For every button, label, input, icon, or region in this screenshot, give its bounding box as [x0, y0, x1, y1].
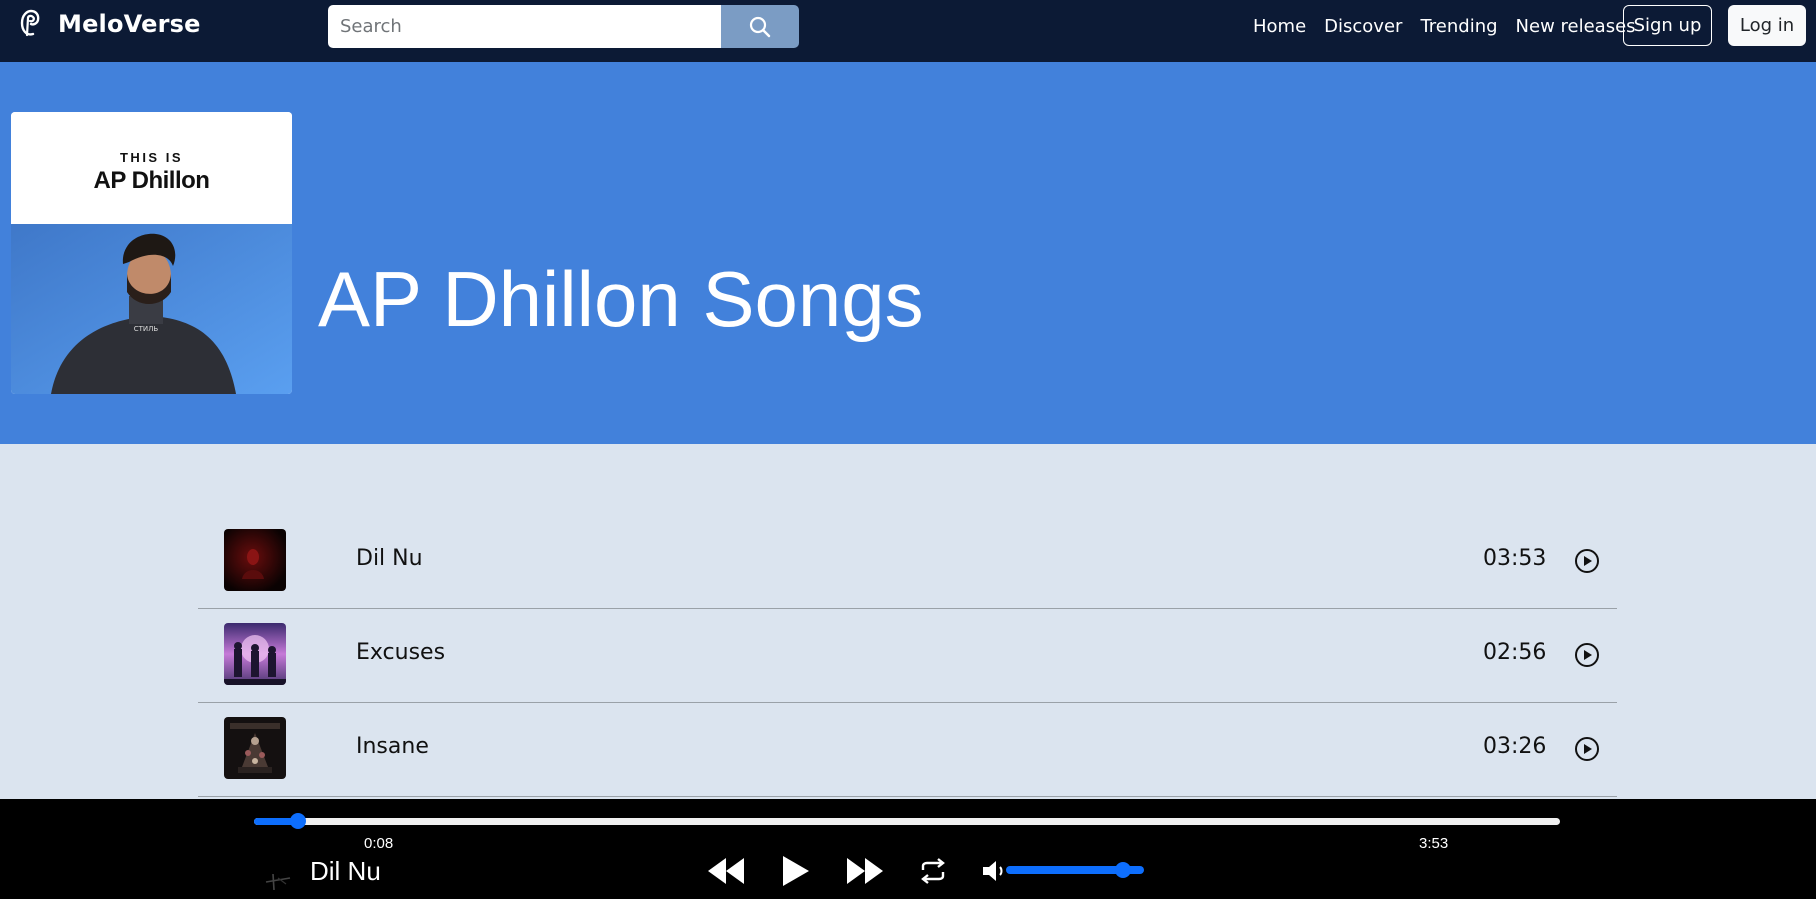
- svg-text:CTИЛЬ: CTИЛЬ: [134, 325, 159, 333]
- search-button[interactable]: [721, 5, 799, 48]
- song-title: Insane: [356, 734, 429, 759]
- previous-button[interactable]: [706, 851, 746, 891]
- playlist-hero: THIS IS AP Dhillon CTИЛЬ AP Dhillon Song…: [0, 62, 1816, 444]
- search-bar: [328, 5, 799, 48]
- search-input[interactable]: [328, 5, 721, 48]
- repeat-icon: [921, 858, 945, 884]
- login-button[interactable]: Log in: [1728, 5, 1806, 46]
- song-thumbnail: [224, 717, 286, 779]
- signup-button[interactable]: Sign up: [1623, 5, 1712, 46]
- nav-new-releases[interactable]: New releases: [1516, 16, 1636, 37]
- volume-slider[interactable]: [1006, 862, 1144, 878]
- play-circle-icon[interactable]: [1574, 548, 1600, 574]
- play-circle-icon[interactable]: [1574, 642, 1600, 668]
- rewind-icon: [708, 858, 744, 884]
- next-button[interactable]: [845, 851, 885, 891]
- playlist-cover: THIS IS AP Dhillon CTИЛЬ: [11, 112, 292, 394]
- repeat-button[interactable]: [913, 851, 953, 891]
- brand-name: MeloVerse: [58, 10, 201, 38]
- progress-slider[interactable]: [254, 813, 1560, 829]
- search-icon: [749, 16, 771, 37]
- song-row[interactable]: Excuses 02:56: [198, 609, 1617, 703]
- nav-home[interactable]: Home: [1253, 16, 1306, 37]
- volume-handle[interactable]: [1115, 862, 1132, 878]
- top-navbar: MeloVerse Home Discover Trending New rel…: [0, 0, 1816, 62]
- artist-photo: CTИЛЬ: [11, 224, 292, 394]
- song-thumbnail: [224, 623, 286, 685]
- ear-logo-icon: [20, 9, 40, 37]
- now-playing-title: Dil Nu: [310, 856, 381, 886]
- song-duration: 03:53: [1483, 546, 1547, 571]
- audio-player: 0:08 3:53 Dil Nu: [0, 799, 1816, 899]
- dil-nu-cover-icon: [224, 529, 286, 591]
- song-list: Dil Nu 03:53 Excuses 02:56 Insane 03:26: [198, 515, 1617, 797]
- nav-links: Home Discover Trending New releases: [1253, 14, 1654, 38]
- play-button[interactable]: [775, 851, 815, 891]
- song-duration: 03:26: [1483, 734, 1547, 759]
- play-icon: [783, 856, 809, 886]
- insane-cover-icon: [224, 717, 286, 779]
- playlist-title: AP Dhillon Songs: [318, 255, 924, 343]
- song-title: Dil Nu: [356, 546, 423, 571]
- play-circle-icon[interactable]: [1574, 736, 1600, 762]
- nav-discover[interactable]: Discover: [1324, 16, 1402, 37]
- cover-kicker: THIS IS: [119, 150, 183, 165]
- song-duration: 02:56: [1483, 640, 1547, 665]
- song-row[interactable]: Dil Nu 03:53: [198, 515, 1617, 609]
- song-thumbnail: [224, 529, 286, 591]
- cover-header: THIS IS AP Dhillon: [11, 112, 292, 224]
- current-time: 0:08: [364, 835, 394, 852]
- progress-handle[interactable]: [290, 813, 307, 829]
- excuses-cover-icon: [224, 623, 286, 685]
- song-row[interactable]: Insane 03:26: [198, 703, 1617, 797]
- now-playing-thumbnail-icon: [265, 873, 291, 891]
- total-time: 3:53: [1419, 835, 1449, 852]
- cover-artist-name: AP Dhillon: [93, 167, 210, 194]
- fast-forward-icon: [847, 858, 883, 884]
- song-title: Excuses: [356, 640, 446, 665]
- nav-trending[interactable]: Trending: [1420, 16, 1497, 37]
- brand[interactable]: MeloVerse: [14, 8, 201, 40]
